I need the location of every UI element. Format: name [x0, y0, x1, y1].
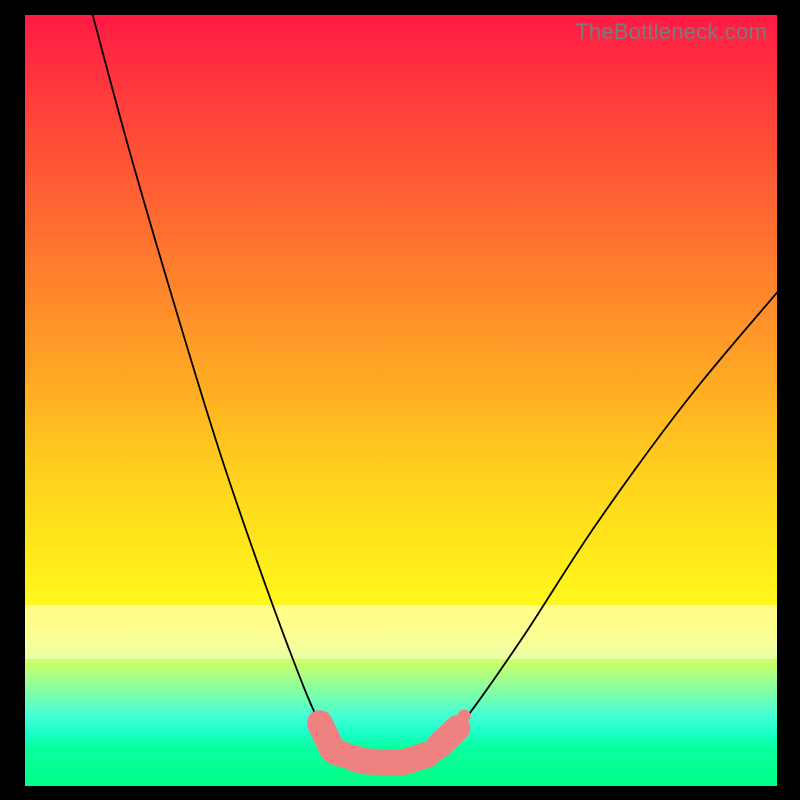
highlight-segments [320, 710, 470, 763]
plot-area: TheBottleneck.com [25, 15, 777, 786]
segment-pill [320, 723, 345, 755]
segment-pill [439, 728, 458, 746]
curve-svg [25, 15, 777, 786]
segment-pill [352, 755, 427, 763]
segment-dot [458, 710, 470, 722]
bottleneck-curve [93, 15, 777, 764]
